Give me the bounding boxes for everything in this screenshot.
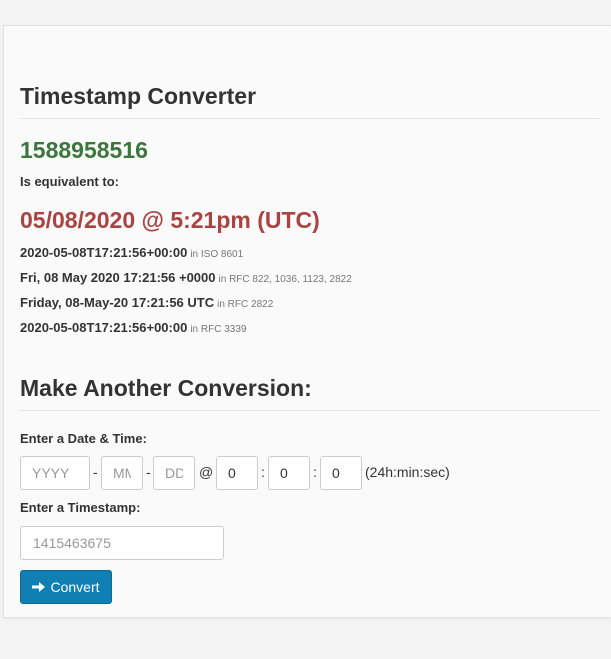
minute-input[interactable] [268,456,310,490]
datetime-label: Enter a Date & Time: [20,431,147,446]
year-input[interactable] [20,456,90,490]
format-value: Fri, 08 May 2020 17:21:56 +0000 [20,270,216,285]
format-iso-8601: 2020-05-08T17:21:56+00:00 in ISO 8601 [20,245,243,260]
format-note: in RFC 822, 1036, 1123, 2822 [218,274,352,285]
page-title: Timestamp Converter [20,83,599,119]
day-input[interactable] [153,456,195,490]
format-value: 2020-05-08T17:21:56+00:00 [20,245,188,260]
date-separator: - [146,464,151,480]
format-note: in ISO 8601 [190,249,244,260]
timestamp-input[interactable] [20,526,224,560]
time-separator: : [313,464,317,480]
converter-card: Timestamp Converter 1588958516 Is equiva… [3,25,611,618]
format-value: 2020-05-08T17:21:56+00:00 [20,320,188,335]
timestamp-label: Enter a Timestamp: [20,500,141,515]
format-value: Friday, 08-May-20 17:21:56 UTC [20,295,215,310]
timestamp-value: 1588958516 [20,137,148,163]
arrow-right-icon [32,581,46,593]
format-note: in RFC 3339 [190,324,247,335]
convert-button[interactable]: Convert [20,570,112,604]
time-format-hint: (24h:min:sec) [365,464,450,480]
format-rfc-822: Fri, 08 May 2020 17:21:56 +0000 in RFC 82… [20,270,352,285]
format-rfc-2822: Friday, 08-May-20 17:21:56 UTC in RFC 282… [20,295,273,310]
second-input[interactable] [320,456,362,490]
format-rfc-3339: 2020-05-08T17:21:56+00:00 in RFC 3339 [20,320,246,335]
time-separator: : [261,464,265,480]
hour-input[interactable] [216,456,258,490]
at-separator: @ [199,464,214,480]
convert-label: Convert [50,579,100,595]
format-note: in RFC 2822 [217,299,274,310]
date-separator: - [93,464,98,480]
human-readable-date: 05/08/2020 @ 5:21pm (UTC) [20,207,320,233]
equivalent-label: Is equivalent to: [20,174,119,189]
conversion-heading: Make Another Conversion: [20,375,599,411]
month-input[interactable] [101,456,143,490]
